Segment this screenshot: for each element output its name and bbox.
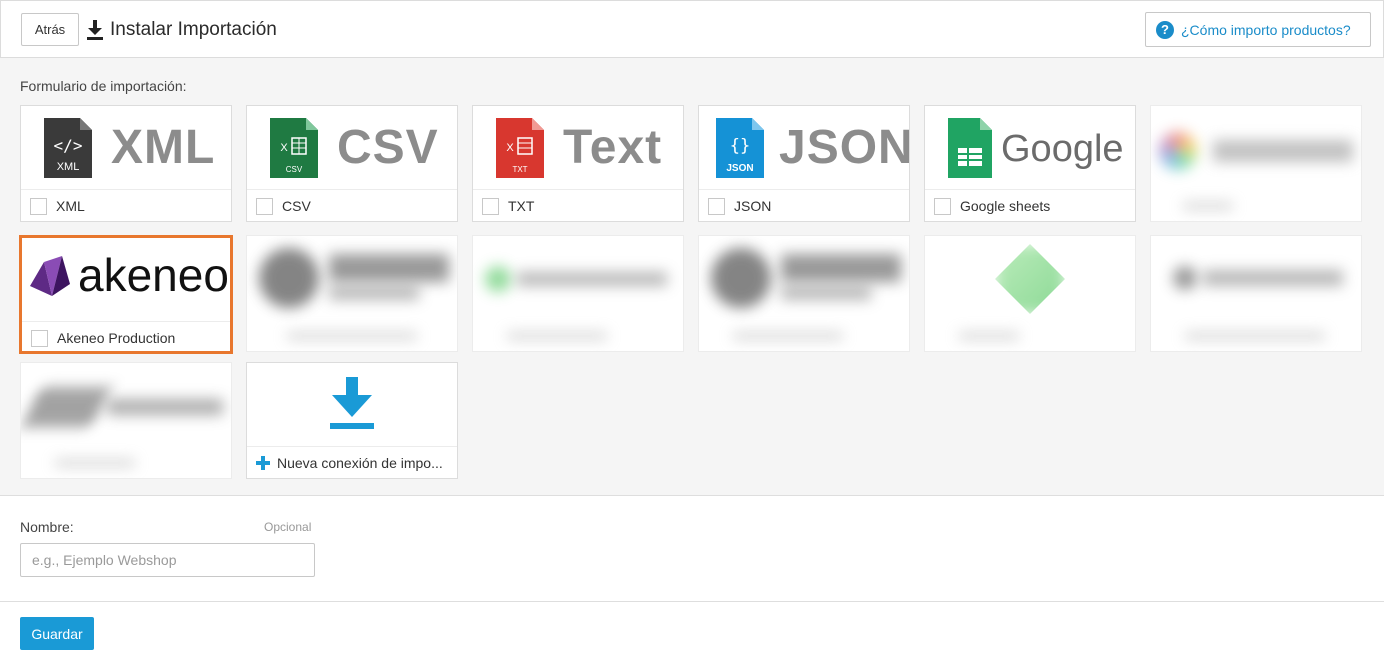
format-label: CSV xyxy=(282,198,311,214)
blurred-format-card xyxy=(246,235,458,352)
new-connection-label: Nueva conexión de impo... xyxy=(277,455,443,471)
import-formats-section: Formulario de importación: </> XML XML X… xyxy=(0,58,1384,496)
format-checkbox[interactable] xyxy=(482,197,499,215)
help-button[interactable]: ? ¿Cómo importo productos? xyxy=(1145,12,1371,47)
name-label: Nombre: xyxy=(20,519,74,535)
json-logo: {} JSON JSON xyxy=(699,106,909,190)
page-header: Atrás Instalar Importación ? ¿Cómo impor… xyxy=(0,0,1384,58)
akeneo-logo: akeneo xyxy=(22,238,230,322)
format-label: TXT xyxy=(508,198,535,214)
csv-logo-text: CSV xyxy=(337,121,439,174)
svg-text:TXT: TXT xyxy=(512,165,527,174)
google-sheets-icon xyxy=(948,118,992,178)
format-label: Google sheets xyxy=(960,198,1051,214)
json-logo-text: JSON xyxy=(779,121,909,174)
download-icon xyxy=(87,20,103,40)
section-label: Formulario de importación: xyxy=(20,78,187,94)
svg-text:X: X xyxy=(506,142,514,154)
new-connection-footer: Nueva conexión de impo... xyxy=(247,447,457,479)
format-label: Akeneo Production xyxy=(57,330,176,346)
format-footer: JSON xyxy=(699,190,909,222)
format-checkbox[interactable] xyxy=(256,197,273,215)
akeneo-logo-text: akeneo xyxy=(78,249,229,301)
akeneo-logo-icon xyxy=(30,256,70,296)
csv-file-icon: X CSV xyxy=(270,118,318,178)
svg-text:{}: {} xyxy=(730,136,750,156)
format-footer: CSV xyxy=(247,190,457,222)
question-icon: ? xyxy=(1156,20,1174,39)
name-form-section: Nombre: Opcional xyxy=(0,497,1384,602)
page-title: Instalar Importación xyxy=(110,19,277,40)
format-label: JSON xyxy=(734,198,772,214)
svg-text:XML: XML xyxy=(57,161,80,173)
page-footer: Guardar xyxy=(0,603,1384,661)
back-button[interactable]: Atrás xyxy=(21,13,79,46)
blurred-format-card xyxy=(1150,235,1362,352)
xml-file-icon: </> XML xyxy=(44,118,92,178)
format-card-txt[interactable]: X TXT Text TXT xyxy=(472,105,684,222)
svg-text:JSON: JSON xyxy=(726,163,753,174)
optional-label: Opcional xyxy=(264,520,312,534)
format-card-akeneo[interactable]: akeneo Akeneo Production xyxy=(19,235,233,354)
title-area: Instalar Importación xyxy=(85,15,277,45)
new-import-connection-card[interactable]: Nueva conexión de impo... xyxy=(246,362,458,479)
format-checkbox[interactable] xyxy=(30,197,47,215)
download-icon xyxy=(330,377,374,429)
blurred-format-card xyxy=(1150,105,1362,222)
svg-text:X: X xyxy=(280,142,288,154)
blurred-format-card xyxy=(20,362,232,479)
csv-logo: X CSV CSV xyxy=(247,106,457,190)
txt-logo-text: Text xyxy=(563,121,663,174)
format-checkbox[interactable] xyxy=(708,197,725,215)
format-checkbox[interactable] xyxy=(31,329,48,347)
format-label: XML xyxy=(56,198,85,214)
blurred-format-card xyxy=(698,235,910,352)
blurred-format-card xyxy=(472,235,684,352)
new-connection-logo xyxy=(247,363,457,447)
google-sheets-logo: Google xyxy=(925,106,1135,190)
txt-logo: X TXT Text xyxy=(473,106,683,190)
blurred-format-card xyxy=(924,235,1136,352)
svg-text:CSV: CSV xyxy=(286,165,303,174)
txt-file-icon: X TXT xyxy=(496,118,544,178)
save-button[interactable]: Guardar xyxy=(20,617,94,650)
format-checkbox[interactable] xyxy=(934,197,951,215)
help-label: ¿Cómo importo productos? xyxy=(1181,21,1351,38)
json-file-icon: {} JSON xyxy=(716,118,764,178)
format-card-xml[interactable]: </> XML XML XML xyxy=(20,105,232,222)
plus-icon xyxy=(256,456,270,470)
format-footer: TXT xyxy=(473,190,683,222)
format-card-csv[interactable]: X CSV CSV CSV xyxy=(246,105,458,222)
format-card-google-sheets[interactable]: Google Google sheets xyxy=(924,105,1136,222)
xml-logo-text: XML xyxy=(111,121,216,174)
name-input[interactable] xyxy=(20,543,315,577)
format-footer: Akeneo Production xyxy=(22,322,230,354)
format-footer: XML xyxy=(21,190,231,222)
format-footer: Google sheets xyxy=(925,190,1135,222)
xml-logo: </> XML XML xyxy=(21,106,231,190)
google-logo-text: Google xyxy=(1001,128,1124,170)
format-card-json[interactable]: {} JSON JSON JSON xyxy=(698,105,910,222)
svg-text:</>: </> xyxy=(54,136,83,155)
